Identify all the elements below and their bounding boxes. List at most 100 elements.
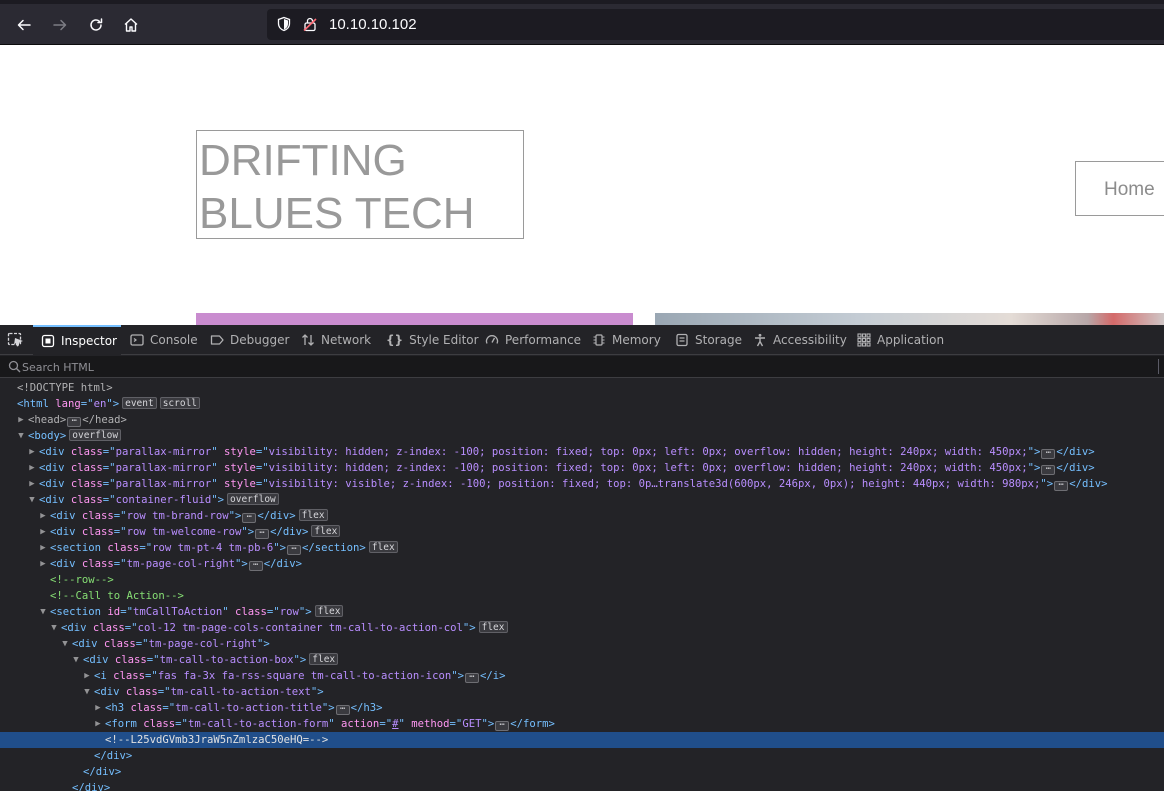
flex-badge[interactable]: flex [478,621,508,633]
tree-node-doctype[interactable]: <!DOCTYPE html> [0,380,1164,396]
tab-storage[interactable]: Storage [667,325,742,355]
expand-triangle-icon[interactable]: ▶ [27,444,37,460]
address-bar[interactable]: 10.10.10.102 [267,9,1164,40]
tree-node-comment-row[interactable]: <!--row--> [0,572,1164,588]
tree-node-brand-row[interactable]: ▶ <div class="row tm-brand-row"> ⋯ </div> f… [0,508,1164,524]
ellipsis-button[interactable]: ⋯ [1041,449,1056,459]
shield-icon[interactable] [276,16,292,32]
url-text[interactable]: 10.10.10.102 [329,16,417,33]
tab-label: Debugger [230,333,290,347]
expand-triangle-icon[interactable]: ▶ [93,716,103,732]
tree-node-welcome-row[interactable]: ▶ <div class="row tm-welcome-row"> ⋯ </div… [0,524,1164,540]
expand-triangle-icon[interactable]: ▶ [38,508,48,524]
debugger-icon [210,335,224,345]
tree-node-parallax-3[interactable]: ▶ <div class="parallax-mirror" style="vi… [0,476,1164,492]
devtools-tabbar: Inspector Console Debugger Network {} St… [0,325,1164,355]
tab-inspector[interactable]: Inspector [33,325,121,355]
tab-style-editor[interactable]: {} Style Editor [378,325,479,355]
tree-node-parallax-2[interactable]: ▶ <div class="parallax-mirror" style="vi… [0,460,1164,476]
tab-memory[interactable]: Memory [584,325,661,355]
tree-node-container-fluid[interactable]: ▼ <div class="container-fluid"> overflow [0,492,1164,508]
ellipsis-button[interactable]: ⋯ [464,673,479,683]
expand-triangle-icon[interactable]: ▶ [38,556,48,572]
tree-node-close-div[interactable]: </div> [0,780,1164,791]
tree-node-close-div[interactable]: </div> [0,748,1164,764]
collapse-triangle-icon[interactable]: ▼ [82,684,92,700]
search-html-input[interactable] [22,358,1152,376]
forward-button[interactable] [47,12,73,38]
event-badge[interactable]: event [122,397,157,409]
tree-node-body[interactable]: ▼ <body> overflow [0,428,1164,444]
tab-performance[interactable]: Performance [477,325,581,355]
tree-node-cta-box[interactable]: ▼ <div class="tm-call-to-action-box"> fle… [0,652,1164,668]
home-button[interactable] [118,12,144,38]
tab-application[interactable]: Application [849,325,944,355]
expand-triangle-icon[interactable]: ▶ [16,412,26,428]
tree-node-close-div[interactable]: </div> [0,764,1164,780]
ellipsis-button[interactable]: ⋯ [242,513,257,523]
search-html-bar [0,356,1164,378]
collapse-triangle-icon[interactable]: ▼ [60,636,70,652]
tree-node-cta-text[interactable]: ▼ <div class="tm-call-to-action-text"> [0,684,1164,700]
arrow-right-icon [53,19,67,31]
ellipsis-button[interactable]: ⋯ [67,417,82,427]
performance-icon [485,335,499,344]
tree-node-cta-col[interactable]: ▼ <div class="col-12 tm-page-cols-contai… [0,620,1164,636]
element-picker-icon[interactable] [7,332,25,348]
ellipsis-button[interactable]: ⋯ [1041,465,1056,475]
scroll-badge[interactable]: scroll [159,397,201,409]
overflow-badge[interactable]: overflow [69,429,122,441]
tree-node-cta-icon[interactable]: ▶ <i class="fas fa-3x fa-rss-square tm-c… [0,668,1164,684]
collapse-triangle-icon[interactable]: ▼ [16,428,26,444]
flex-badge[interactable]: flex [309,653,339,665]
overflow-badge[interactable]: overflow [227,493,279,505]
expand-triangle-icon[interactable]: ▶ [38,524,48,540]
tab-label: Accessibility [773,333,847,347]
tree-node-parallax-1[interactable]: ▶ <div class="parallax-mirror" style="vi… [0,444,1164,460]
collapse-triangle-icon[interactable]: ▼ [27,492,37,508]
expand-triangle-icon[interactable]: ▶ [93,700,103,716]
tree-node-comment-cta[interactable]: <!--Call to Action--> [0,588,1164,604]
ellipsis-button[interactable]: ⋯ [248,561,263,571]
ellipsis-button[interactable]: ⋯ [495,721,510,731]
collapse-triangle-icon[interactable]: ▼ [49,620,59,636]
tab-debugger[interactable]: Debugger [202,325,289,355]
inspector-icon [41,334,55,348]
tree-node-html[interactable]: <html lang="en"> event scroll [0,396,1164,412]
reload-button[interactable] [83,12,109,38]
ellipsis-button[interactable]: ⋯ [1054,481,1069,491]
tree-node-cta-form[interactable]: ▶ <form class="tm-call-to-action-form" a… [0,716,1164,732]
ellipsis-button[interactable]: ⋯ [335,705,350,715]
tree-node-head[interactable]: ▶ <head> ⋯ </head> [0,412,1164,428]
flex-badge[interactable]: flex [314,605,344,617]
collapse-triangle-icon[interactable]: ▼ [38,604,48,620]
tree-node-hidden-comment-selected[interactable]: <!--L25vdGVmb3JraW5nZmlzaC50eHQ=--> [0,732,1164,748]
tab-label: Storage [695,333,742,347]
expand-triangle-icon[interactable]: ▶ [82,668,92,684]
tree-node-cta-title[interactable]: ▶ <h3 class="tm-call-to-action-title"> ⋯ <… [0,700,1164,716]
tree-node-page-col-right[interactable]: ▶ <div class="tm-page-col-right"> ⋯ </div> [0,556,1164,572]
brand-line-2: BLUES TECH [199,189,475,238]
flex-badge[interactable]: flex [368,541,398,553]
tab-console[interactable]: Console [122,325,198,355]
expand-triangle-icon[interactable]: ▶ [27,476,37,492]
tab-network[interactable]: Network [293,325,371,355]
nav-home-label: Home [1104,179,1155,200]
ellipsis-button[interactable]: ⋯ [255,529,270,539]
tree-node-section-row[interactable]: ▶ <section class="row tm-pt-4 tm-pb-6"> ⋯… [0,540,1164,556]
insecure-lock-icon[interactable] [302,16,318,32]
flex-badge[interactable]: flex [311,525,341,537]
tree-node-cta-section[interactable]: ▼ <section id="tmCallToAction" class="ro… [0,604,1164,620]
brand-logo[interactable]: DRIFTING BLUES TECH [196,130,524,239]
expand-triangle-icon[interactable]: ▶ [38,540,48,556]
back-button[interactable] [11,12,37,38]
tab-label: Application [877,333,945,347]
tab-accessibility[interactable]: Accessibility [745,325,847,355]
expand-triangle-icon[interactable]: ▶ [27,460,37,476]
page-viewport: DRIFTING BLUES TECH Home [0,45,1164,325]
tree-node-page-col-right-2[interactable]: ▼ <div class="tm-page-col-right"> [0,636,1164,652]
ellipsis-button[interactable]: ⋯ [287,545,302,555]
collapse-triangle-icon[interactable]: ▼ [71,652,81,668]
nav-home-link[interactable]: Home [1075,161,1164,216]
flex-badge[interactable]: flex [298,509,328,521]
